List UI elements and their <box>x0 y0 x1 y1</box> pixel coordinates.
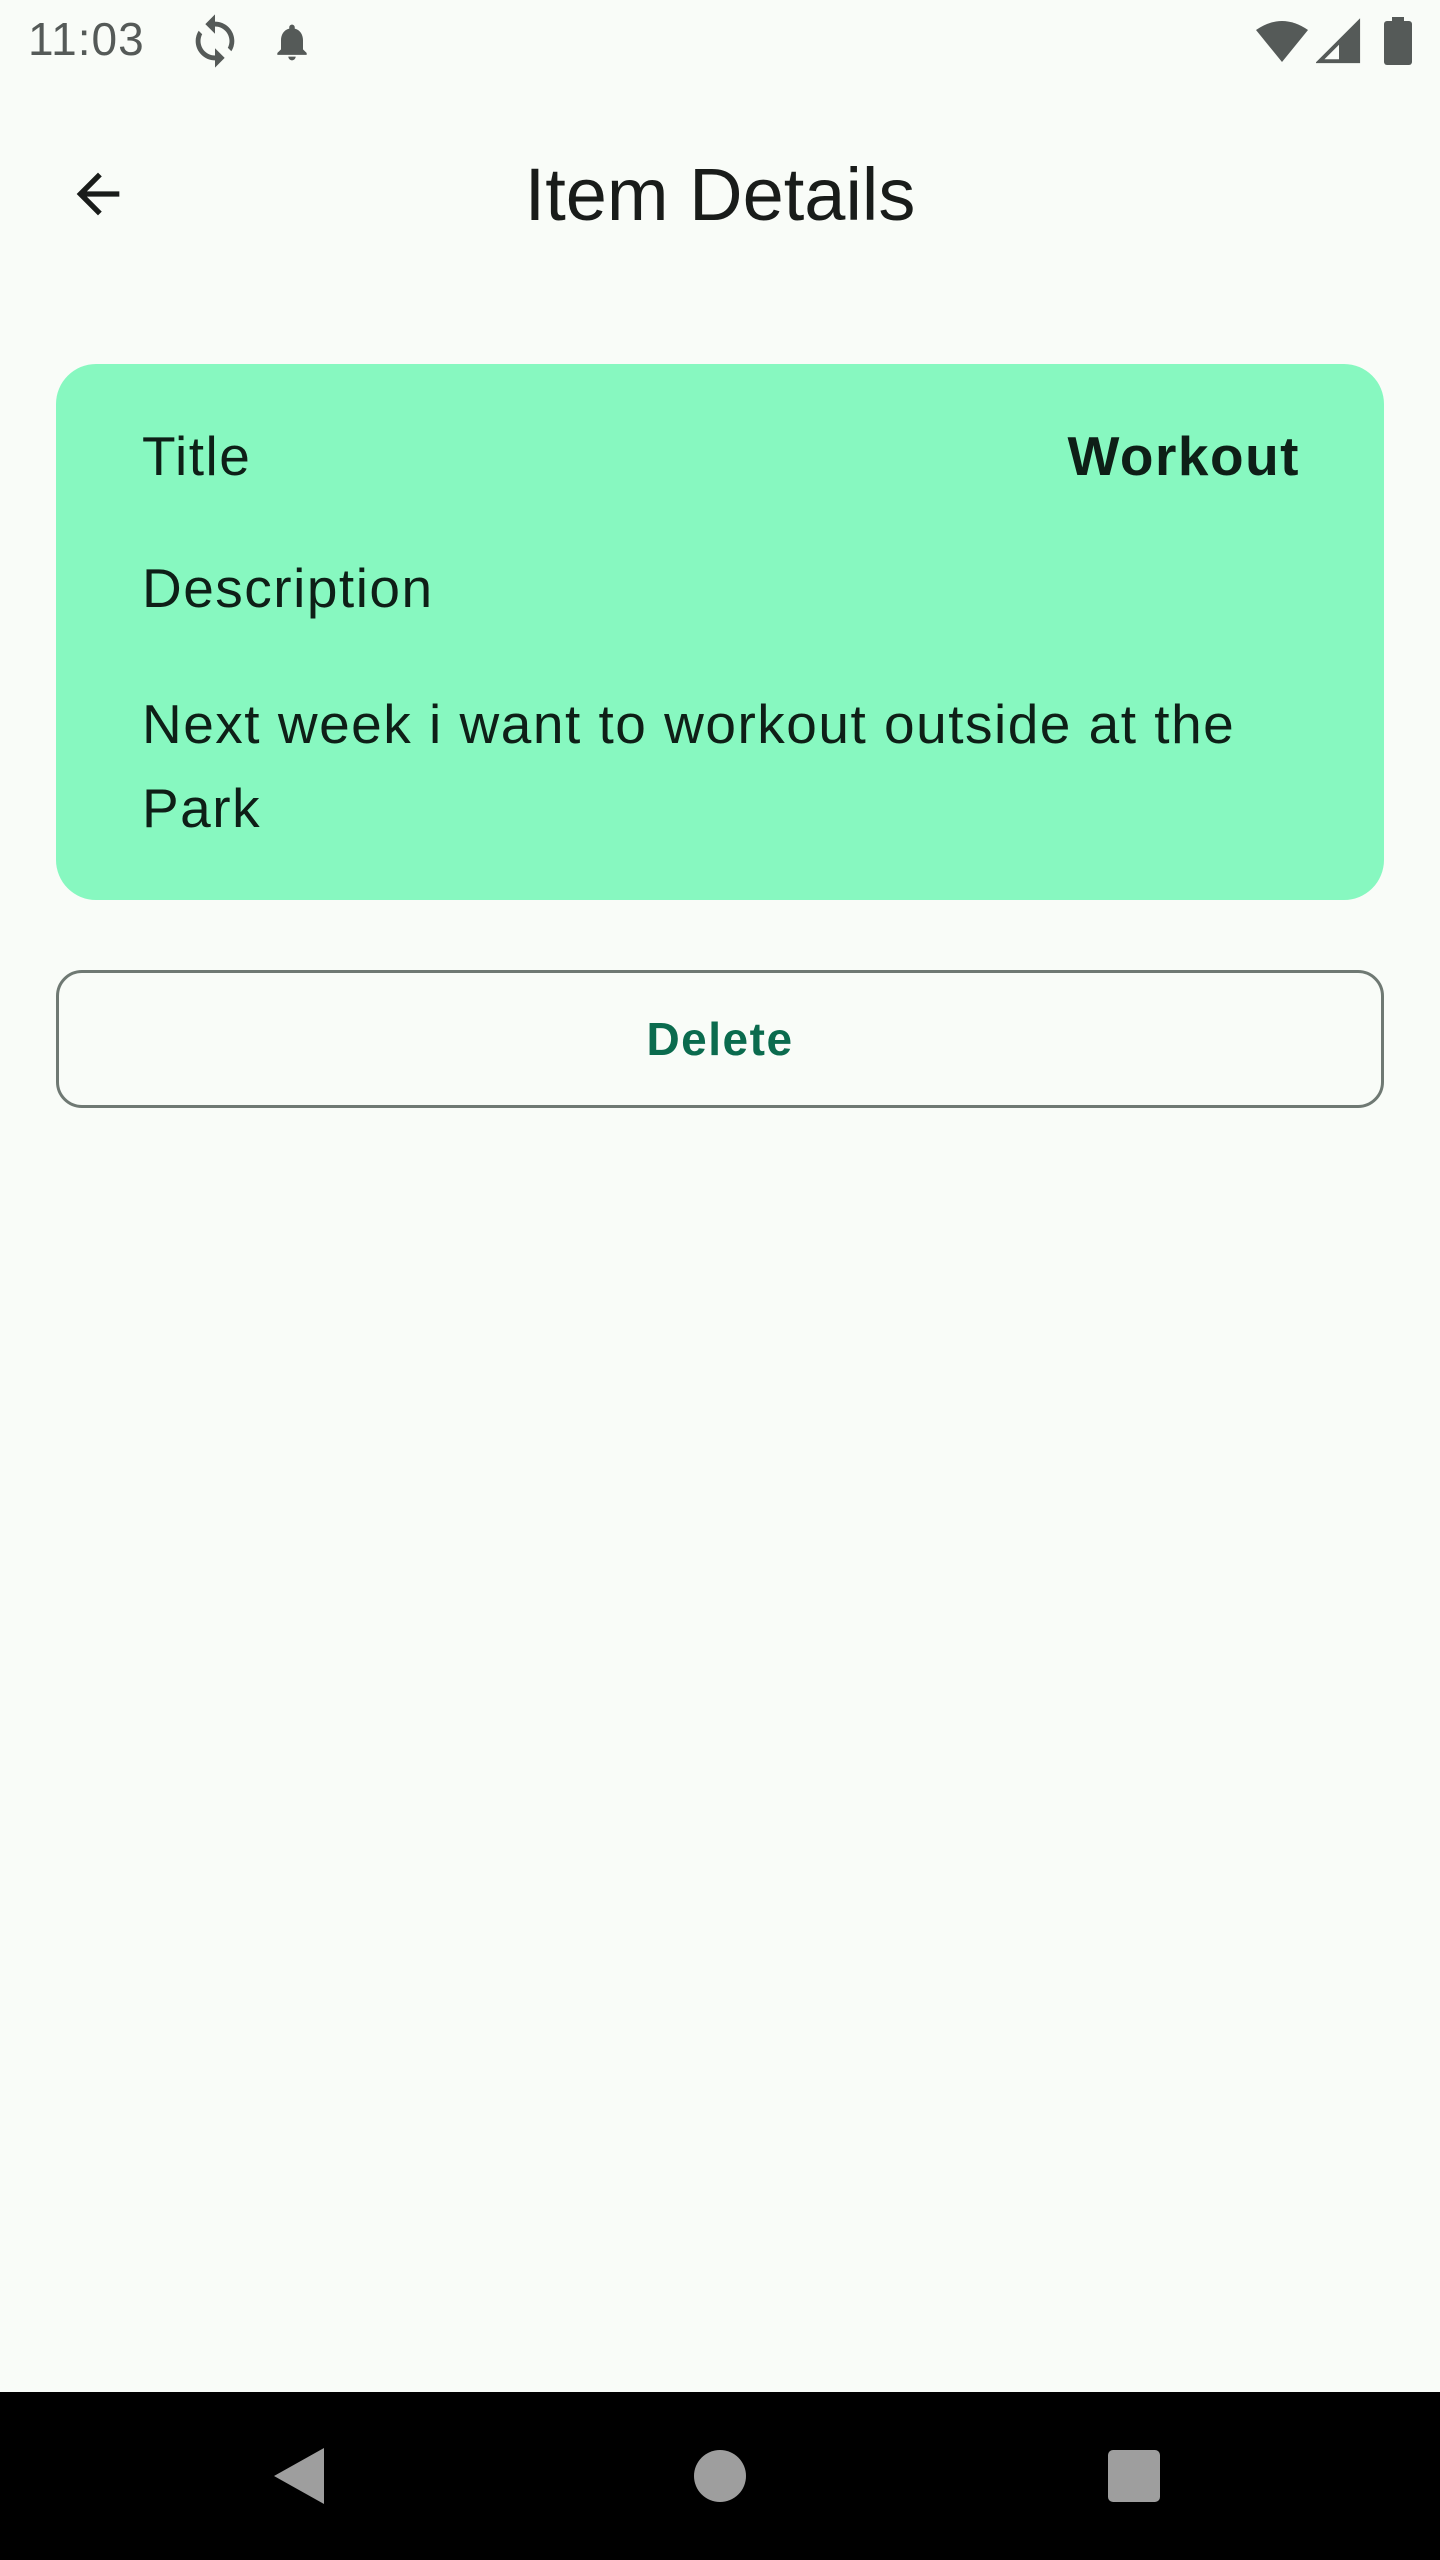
nav-back-icon <box>274 2448 324 2504</box>
page-title: Item Details <box>524 153 916 236</box>
item-details-screen: 11:03 Item Details Title Workout Descrip… <box>0 0 1440 2560</box>
signal-icon <box>1316 18 1361 64</box>
nav-recents-icon <box>1108 2450 1160 2502</box>
nav-back-button[interactable] <box>254 2430 346 2522</box>
title-value: Workout <box>1067 425 1300 487</box>
battery-icon <box>1384 17 1412 65</box>
sync-icon <box>195 14 235 68</box>
delete-button[interactable]: Delete <box>56 970 1384 1108</box>
status-bar: 11:03 <box>0 0 1440 84</box>
system-navigation-bar <box>0 2392 1440 2560</box>
wifi-icon <box>1256 21 1308 62</box>
title-label: Title <box>142 425 252 487</box>
item-details-card: Title Workout Description Next week i wa… <box>56 364 1384 900</box>
nav-home-button[interactable] <box>674 2430 766 2522</box>
nav-home-icon <box>694 2450 746 2502</box>
bell-icon <box>277 24 307 61</box>
nav-recents-button[interactable] <box>1088 2430 1180 2522</box>
description-text: Next week i want to workout outside at t… <box>142 693 1236 839</box>
top-app-bar: Item Details <box>0 84 1440 314</box>
description-label: Description <box>142 557 434 619</box>
status-time: 11:03 <box>28 13 145 65</box>
